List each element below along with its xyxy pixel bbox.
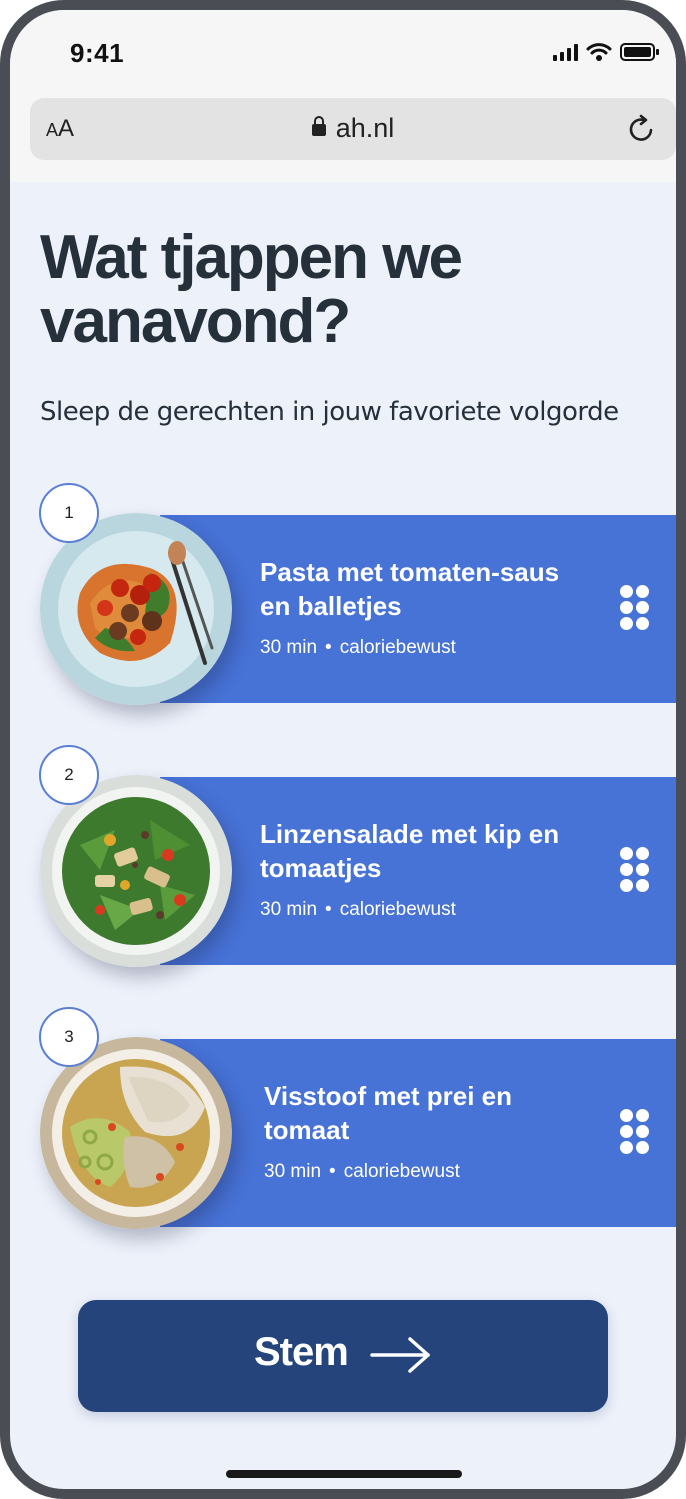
dish-image-pasta: 1 bbox=[39, 483, 232, 705]
drag-handle-icon[interactable] bbox=[620, 585, 650, 631]
home-indicator[interactable] bbox=[226, 1470, 462, 1478]
status-bar: 9:41 bbox=[10, 10, 676, 96]
page-title: Wat tjappen we vanavond? bbox=[40, 223, 463, 356]
cellular-signal-icon bbox=[553, 43, 578, 61]
vote-button[interactable]: Stem bbox=[78, 1300, 608, 1412]
arrow-right-icon bbox=[370, 1337, 430, 1373]
dish-image-stew: 3 bbox=[39, 1007, 232, 1229]
dish-tag: caloriebewust bbox=[339, 899, 456, 920]
dish-card-stew[interactable]: Visstoof met prei en tomaat 30 min • calor… bbox=[160, 1039, 676, 1227]
url-text: ah.nl bbox=[335, 113, 395, 143]
dish-card-pasta[interactable]: Pasta met tomaten-saus en balletjes 30 m… bbox=[160, 515, 676, 703]
status-time: 9:41 bbox=[70, 38, 125, 68]
drag-handle-icon[interactable] bbox=[620, 1109, 650, 1155]
dish-name: Pasta met tomaten-saus en balletjes bbox=[260, 557, 560, 621]
rank-badge: 3 bbox=[39, 1007, 99, 1067]
url-display[interactable]: ah.nl bbox=[30, 113, 676, 144]
dish-card-salad[interactable]: Linzensalade met kip en tomaatjes 30 min… bbox=[160, 777, 676, 965]
lock-icon bbox=[311, 116, 326, 136]
dish-tag: caloriebewust bbox=[339, 637, 456, 658]
dish-meta: 30 min • caloriebewust bbox=[260, 899, 456, 920]
browser-bar: AA ah.nl bbox=[10, 96, 676, 182]
address-bar[interactable]: AA ah.nl bbox=[30, 98, 676, 160]
dish-meta: 30 min • caloriebewust bbox=[264, 1161, 460, 1182]
vote-button-label: Stem bbox=[254, 1330, 349, 1374]
status-icons bbox=[553, 40, 660, 64]
dish-image-salad: 2 bbox=[39, 745, 232, 967]
reload-icon[interactable] bbox=[626, 113, 658, 145]
phone-frame: 9:41 AA ah.nl Wat tjappen we vanavond? S… bbox=[0, 0, 686, 1499]
battery-icon bbox=[620, 43, 659, 61]
dish-time: 30 min bbox=[264, 1161, 322, 1182]
rank-badge: 1 bbox=[39, 483, 99, 543]
dish-time: 30 min bbox=[260, 899, 318, 920]
rank-badge: 2 bbox=[39, 745, 99, 805]
dish-name: Visstoof met prei en tomaat bbox=[264, 1081, 513, 1145]
dish-name: Linzensalade met kip en tomaatjes bbox=[260, 819, 560, 883]
dish-time: 30 min bbox=[260, 637, 318, 658]
wifi-icon bbox=[586, 43, 612, 61]
drag-handle-icon[interactable] bbox=[620, 847, 650, 893]
dish-meta: 30 min • caloriebewust bbox=[260, 637, 456, 658]
dish-tag: caloriebewust bbox=[343, 1161, 460, 1182]
page-subtitle: Sleep de gerechten in jouw favoriete vol… bbox=[40, 397, 619, 427]
